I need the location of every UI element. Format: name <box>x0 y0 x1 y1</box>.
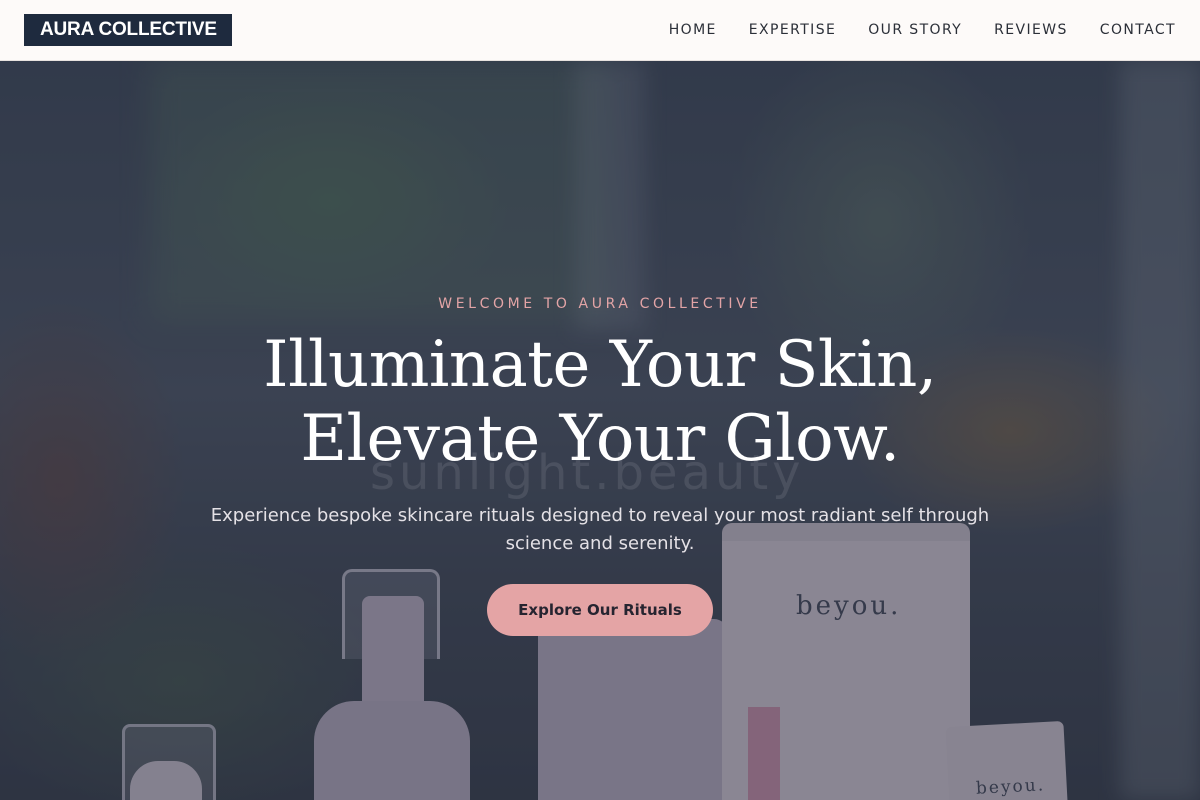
nav-link-reviews[interactable]: REVIEWS <box>994 22 1068 38</box>
brand-logo[interactable]: AURA COLLECTIVE <box>24 14 232 46</box>
nav-link-home[interactable]: HOME <box>669 22 717 38</box>
explore-rituals-button[interactable]: Explore Our Rituals <box>487 584 713 636</box>
hero-eyebrow: WELCOME TO AURA COLLECTIVE <box>438 296 762 312</box>
hero-headline: Illuminate Your Skin, Elevate Your Glow. <box>0 328 1200 476</box>
hero-subtext: Experience bespoke skincare rituals desi… <box>210 505 990 554</box>
hero-headline-line2: Elevate Your Glow. <box>300 402 900 476</box>
nav-link-our-story[interactable]: OUR STORY <box>868 22 962 38</box>
nav-link-expertise[interactable]: EXPERTISE <box>749 22 836 38</box>
nav-link-contact[interactable]: CONTACT <box>1100 22 1176 38</box>
hero-section: beyou. beyou. sunlight.beauty WELCOME TO… <box>0 61 1200 800</box>
hero-content: WELCOME TO AURA COLLECTIVE Illuminate Yo… <box>0 296 1200 636</box>
main-nav: HOME EXPERTISE OUR STORY REVIEWS CONTACT <box>637 22 1176 38</box>
top-navbar: AURA COLLECTIVE HOME EXPERTISE OUR STORY… <box>0 0 1200 61</box>
hero-headline-line1: Illuminate Your Skin, <box>263 328 937 402</box>
